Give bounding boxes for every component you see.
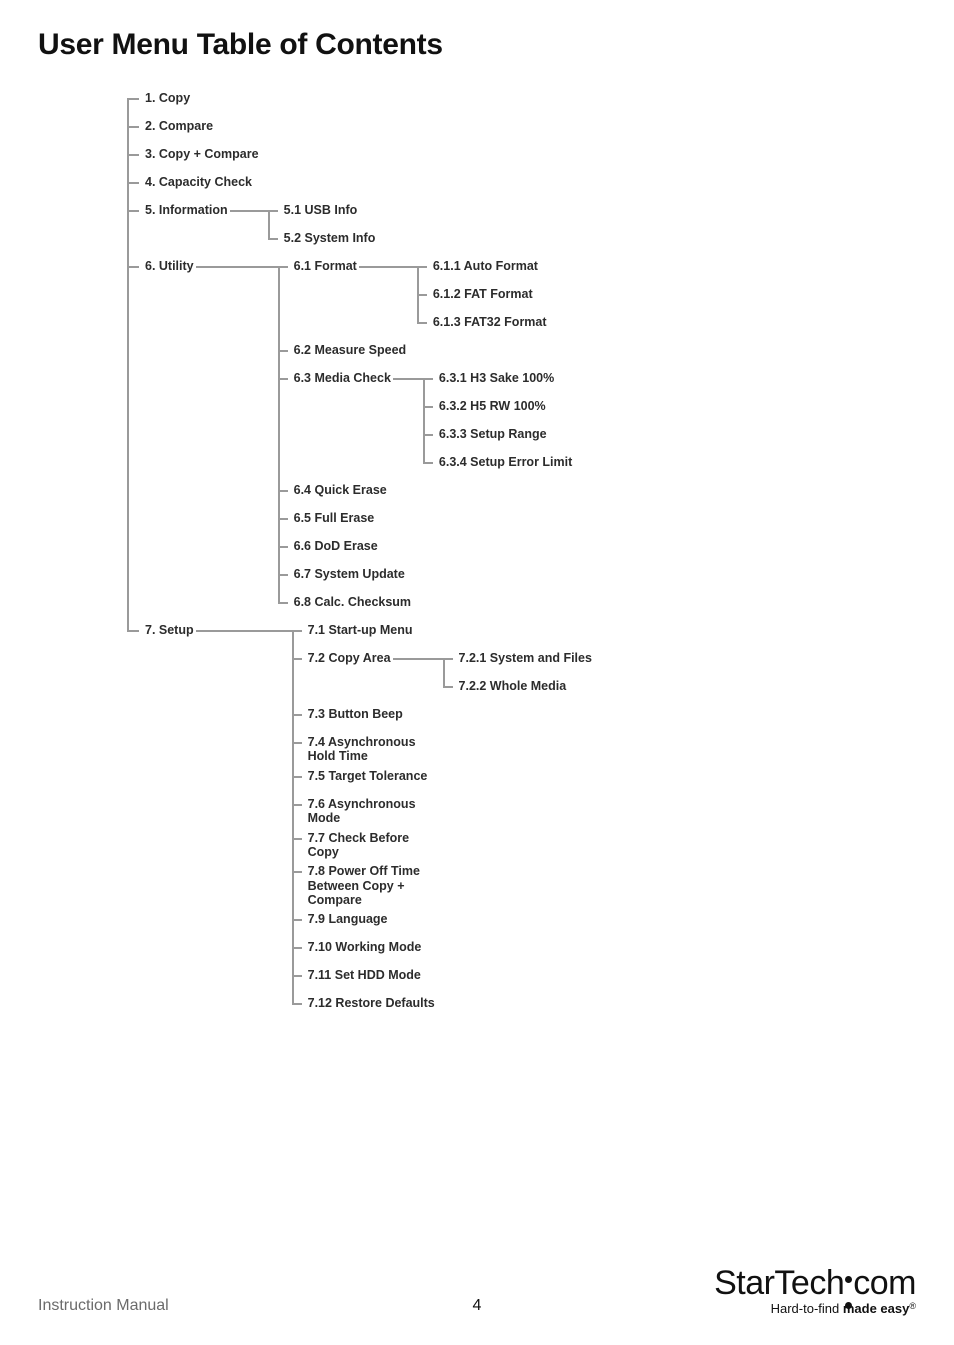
registered-mark: ®	[909, 1301, 916, 1311]
menu-item: 6.6 DoD Erase	[292, 536, 380, 555]
menu-item: 7.12 Restore Defaults	[306, 993, 437, 1012]
menu-item: 5.1 USB Info	[282, 200, 360, 219]
document-page: User Menu Table of Contents 1. Copy 2. C…	[0, 0, 954, 1345]
tagline-b: made easy	[843, 1301, 910, 1316]
menu-item: 6.3.4 Setup Error Limit	[437, 452, 574, 471]
connector-line	[196, 266, 278, 268]
menu-item: 4. Capacity Check	[143, 172, 254, 191]
menu-item: 7.6 Asynchronous Mode	[306, 794, 441, 828]
brand-logo: StarTechcom Hard-to-find made easy®	[714, 1266, 916, 1315]
connector-line	[196, 630, 292, 632]
menu-item: 7.3 Button Beep	[306, 704, 405, 723]
menu-item: 7.1 Start-up Menu	[306, 620, 415, 639]
menu-item: 1. Copy	[143, 88, 192, 107]
menu-item: 6.5 Full Erase	[292, 508, 377, 527]
menu-item: 7.2.2 Whole Media	[457, 676, 569, 695]
menu-item: 6.7 System Update	[292, 564, 407, 583]
menu-item: 6.4 Quick Erase	[292, 480, 389, 499]
tagline-a: Hard-to-find	[771, 1301, 843, 1316]
connector-line	[230, 210, 268, 212]
connector-line	[359, 266, 417, 268]
menu-item: 6.1.1 Auto Format	[431, 256, 540, 275]
menu-item: 6.1 Format	[292, 256, 359, 275]
menu-item: 7. Setup	[143, 620, 196, 639]
menu-item: 7.11 Set HDD Mode	[306, 965, 423, 984]
page-title: User Menu Table of Contents	[38, 28, 916, 62]
menu-item: 6.2 Measure Speed	[292, 340, 409, 359]
connector-line	[393, 378, 423, 380]
menu-item: 6. Utility	[143, 256, 196, 275]
connector-line	[393, 658, 443, 660]
menu-item: 7.2.1 System and Files	[457, 648, 594, 667]
menu-item: 7.2 Copy Area	[306, 648, 393, 667]
menu-item: 5.2 System Info	[282, 228, 378, 247]
menu-item: 6.1.2 FAT Format	[431, 284, 535, 303]
menu-item: 6.3.1 H3 Sake 100%	[437, 368, 556, 387]
menu-item: 2. Compare	[143, 116, 215, 135]
menu-item: 7.8 Power Off Time Between Copy + Compar…	[306, 861, 441, 909]
brand-text-b: com	[853, 1264, 916, 1302]
menu-item: 6.3.3 Setup Range	[437, 424, 549, 443]
menu-item: 3. Copy + Compare	[143, 144, 261, 163]
footer-left-label: Instruction Manual	[38, 1297, 169, 1315]
menu-item: 7.4 Asynchronous Hold Time	[306, 732, 441, 766]
menu-item: 6.1.3 FAT32 Format	[431, 312, 549, 331]
page-number: 4	[473, 1297, 482, 1315]
menu-item: 6.3.2 H5 RW 100%	[437, 396, 548, 415]
menu-item: 6.8 Calc. Checksum	[292, 592, 413, 611]
menu-item: 7.9 Language	[306, 909, 390, 928]
menu-item: 5. Information	[143, 200, 230, 219]
brand-text-a: StarTech	[714, 1264, 844, 1302]
menu-item: 7.7 Check Before Copy	[306, 828, 441, 862]
menu-item: 7.10 Working Mode	[306, 937, 424, 956]
menu-item: 7.5 Target Tolerance	[306, 766, 430, 785]
menu-tree: 1. Copy 2. Compare 3. Copy + Compare 4. …	[127, 88, 827, 1021]
menu-item: 6.3 Media Check	[292, 368, 393, 387]
